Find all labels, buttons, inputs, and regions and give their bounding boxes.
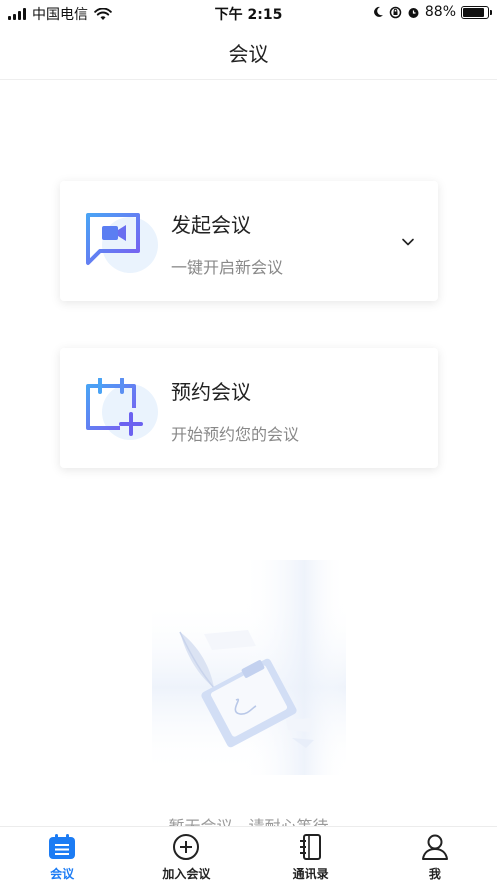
plus-circle-icon [173,834,200,860]
contacts-book-icon [299,834,321,860]
alarm-clock-icon [408,7,419,18]
tab-label-join: 加入会议 [162,867,211,881]
tab-me[interactable]: 我 [373,827,497,883]
navigation-bar: 会议 [0,26,497,80]
status-right: 88% [372,4,492,20]
tab-icon-wrap [47,833,77,861]
start-meeting-title: 发起会议 [171,213,251,237]
schedule-meeting-card[interactable]: 预约会议 开始预约您的会议 [60,348,438,468]
start-meeting-card[interactable]: 发起会议 一键开启新会议 [60,181,438,301]
start-meeting-subtitle: 一键开启新会议 [171,258,284,277]
tab-icon-wrap [296,833,326,861]
tab-icon-wrap [420,833,450,861]
tab-icon-wrap [171,833,201,861]
video-chat-icon [86,213,140,265]
chevron-down-icon[interactable] [400,234,416,250]
tab-label-meeting: 会议 [50,867,75,881]
rotation-lock-icon [389,6,402,18]
person-icon [421,834,448,860]
empty-meeting-illustration [152,560,346,775]
calendar-add-icon [86,378,143,436]
schedule-meeting-title: 预约会议 [171,380,251,404]
battery-percent: 88% [424,4,456,20]
meeting-list-icon [49,834,76,859]
card-icon-container [84,211,158,275]
tab-label-contacts: 通讯录 [292,867,329,881]
tab-join-meeting[interactable]: 加入会议 [124,827,248,883]
battery-level-fill [463,7,485,17]
tab-label-me: 我 [428,867,441,881]
moon-icon [373,6,383,17]
card-icon-container [84,378,158,442]
tab-meeting[interactable]: 会议 [0,827,124,883]
bottom-tab-bar: 会议 加入会议 通讯录 我 [0,826,497,883]
tab-contacts[interactable]: 通讯录 [249,827,373,883]
status-bar: 中国电信 下午 2:15 88% [0,0,497,26]
battery-icon [461,5,492,19]
page-title: 会议 [228,42,269,66]
schedule-meeting-subtitle: 开始预约您的会议 [171,425,300,444]
empty-state-text: 暂无会议，请耐心等待 [168,817,329,827]
